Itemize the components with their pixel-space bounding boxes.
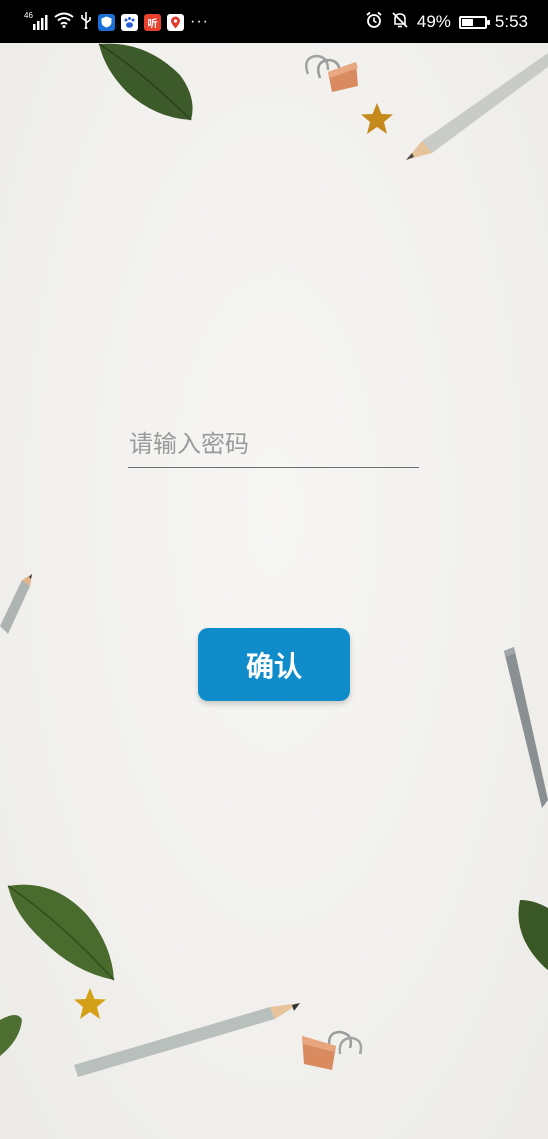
battery-percent: 49% xyxy=(416,12,451,31)
password-input[interactable] xyxy=(128,424,419,467)
listen-app-icon: 听 xyxy=(144,13,161,31)
paw-app-icon xyxy=(121,13,138,31)
alarm-icon xyxy=(365,11,383,34)
wifi-icon xyxy=(54,12,74,33)
pencil-bottom-image xyxy=(74,1003,300,1077)
confirm-button[interactable]: 确认 xyxy=(198,628,350,701)
usb-icon xyxy=(80,11,92,34)
binder-clip-top-image xyxy=(305,54,358,92)
password-field[interactable] xyxy=(128,424,419,468)
cellular-signal-icon: 46 xyxy=(24,11,48,31)
status-bar: 46 听 ··· 49% 5:53 xyxy=(0,0,548,43)
binder-clip-bottom-image xyxy=(302,1030,363,1070)
more-notifications-icon: ··· xyxy=(190,13,209,30)
battery-level-fill xyxy=(461,18,473,26)
map-pin-app-icon xyxy=(167,13,184,31)
shield-app-icon xyxy=(98,13,115,31)
pencil-top-right-image xyxy=(406,53,548,160)
pencil-left-image xyxy=(0,574,32,634)
star-top-image xyxy=(361,103,393,134)
leaf-top-left-image xyxy=(98,43,193,121)
mute-bell-icon xyxy=(391,11,409,34)
network-type-label: 46 xyxy=(24,11,33,20)
leaf-right-image xyxy=(518,900,548,970)
battery-icon xyxy=(458,15,490,29)
status-bar-left: 46 听 ··· xyxy=(24,10,209,34)
clock: 5:53 xyxy=(494,12,528,31)
pencil-right-image xyxy=(504,647,548,808)
leaf-bottom-left-image xyxy=(7,884,115,981)
status-bar-right: 49% 5:53 xyxy=(365,10,528,34)
leaf-bottom-edge-image xyxy=(0,1015,22,1056)
